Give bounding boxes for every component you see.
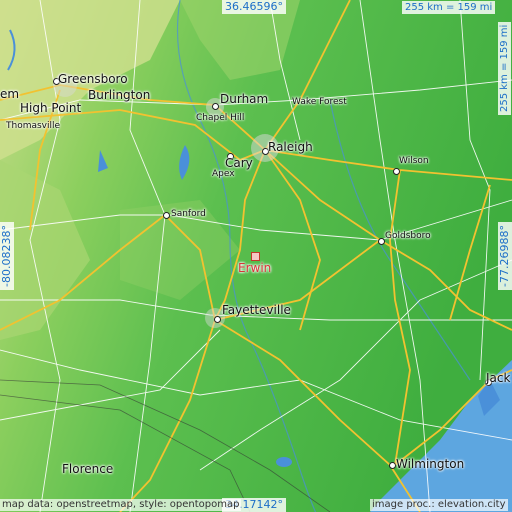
city-label-cary: Cary: [225, 156, 253, 170]
location-label-erwin[interactable]: Erwin: [238, 262, 271, 274]
city-dot-wilmington: [389, 462, 396, 469]
city-label-jack: Jack: [486, 371, 511, 385]
city-label-sanford: Sanford: [171, 209, 206, 219]
city-label-wake-forest: Wake Forest: [292, 97, 347, 107]
city-label-high-point: High Point: [20, 101, 82, 115]
city-label-fayetteville: Fayetteville: [222, 303, 291, 317]
city-label-thomasville: Thomasville: [6, 121, 61, 131]
city-label-raleigh: Raleigh: [268, 140, 313, 154]
coordinate-east: -77.26988°: [498, 222, 512, 290]
scale-vertical: 255 km = 159 mi: [498, 21, 511, 115]
city-label-edge: em: [0, 87, 20, 101]
map-credit-processing: image proc.: elevation.city: [370, 499, 508, 511]
city-dot-sanford: [163, 212, 170, 219]
map-credit-source: map data: openstreetmap, style: opentopo…: [0, 499, 242, 511]
city-label-wilmington: Wilmington: [396, 457, 465, 471]
city-dot-goldsboro: [378, 238, 385, 245]
city-label-apex: Apex: [212, 169, 235, 179]
city-dot-fayetteville: [214, 316, 221, 323]
scale-horizontal: 255 km = 159 mi: [402, 1, 496, 14]
coordinate-west: -80.08238°: [0, 222, 14, 290]
city-label-wilson: Wilson: [399, 156, 429, 166]
city-label-durham: Durham: [220, 92, 269, 106]
location-marker[interactable]: [251, 252, 260, 261]
city-label-florence: Florence: [62, 462, 114, 476]
topographic-map[interactable]: Greensboro Burlington High Point Thomasv…: [0, 0, 512, 512]
city-dot-wilson: [393, 168, 400, 175]
city-label-burlington: Burlington: [88, 88, 151, 102]
city-label-goldsboro: Goldsboro: [385, 231, 431, 241]
city-dot-durham: [212, 103, 219, 110]
city-label-chapel-hill: Chapel Hill: [196, 113, 245, 123]
city-label-greensboro: Greensboro: [58, 72, 128, 86]
coordinate-north: 36.46596°: [222, 0, 286, 14]
